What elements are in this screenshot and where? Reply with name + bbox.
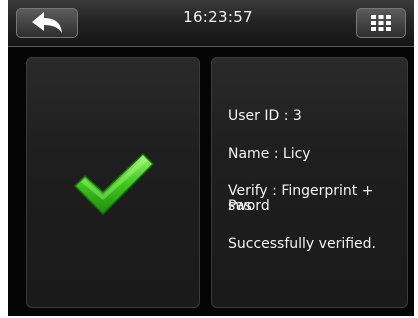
user-info-panel: User ID : 3 Name : Licy Verify : Fingerp… — [211, 57, 408, 308]
status-panel — [26, 57, 200, 308]
back-button[interactable] — [16, 8, 78, 38]
checkmark-icon — [74, 153, 154, 215]
clock-time: 16:23:57 — [183, 8, 253, 26]
user-id-text: User ID : 3 — [228, 108, 302, 124]
verification-message: Successfully verified. — [228, 236, 376, 252]
back-arrow-icon — [32, 12, 62, 33]
menu-button[interactable] — [356, 8, 406, 38]
grid-menu-icon — [371, 15, 391, 31]
verify-method-text-line2: sword — [228, 198, 270, 214]
device-screen: 16:23:57 User ID: 3 Name: Licy Verify … — [8, 0, 414, 316]
top-bar: 16:23:57 — [8, 0, 414, 47]
user-name-text: Name : Licy — [228, 146, 311, 162]
